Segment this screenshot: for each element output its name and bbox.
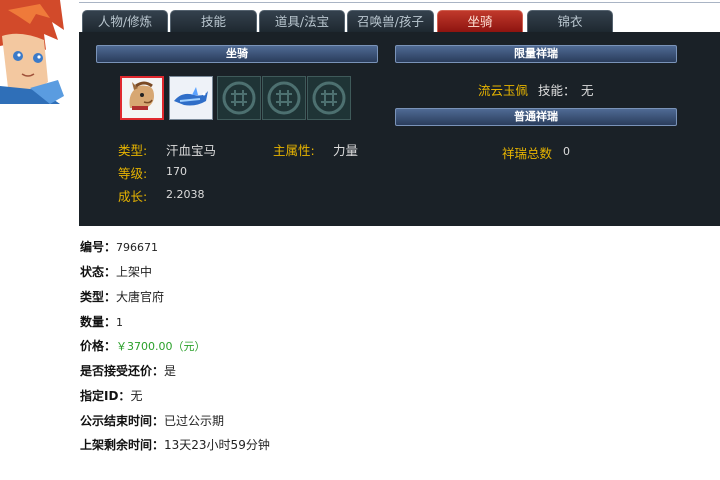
character-avatar xyxy=(0,0,64,104)
mount-slot-empty-3[interactable] xyxy=(307,76,351,120)
detail-type-label: 类型： xyxy=(80,290,117,304)
tab-bar: 人物/修炼 技能 道具/法宝 召唤兽/孩子 坐骑 锦衣 xyxy=(79,10,720,32)
detail-publicity-end-label: 公示结束时间： xyxy=(80,414,165,428)
main-attribute-value: 力量 xyxy=(333,143,359,158)
limited-xiangrui-name: 流云玉佩 xyxy=(478,83,529,98)
detail-quantity-label: 数量： xyxy=(80,315,117,329)
detail-type-value: 大唐官府 xyxy=(116,290,165,304)
limited-xiangrui-skill-label: 技能： xyxy=(538,83,576,98)
detail-counter-offer-value: 是 xyxy=(164,364,177,378)
main-attribute-label: 主属性: xyxy=(273,143,315,158)
mount-header: 坐骑 xyxy=(96,45,378,63)
tab-character-cultivation[interactable]: 人物/修炼 xyxy=(82,10,168,32)
blue-dragon-icon xyxy=(174,87,208,106)
mount-slot-empty-2[interactable] xyxy=(262,76,306,120)
detail-status-value: 上架中 xyxy=(116,265,153,279)
detail-type: 类型：大唐官府 xyxy=(80,287,700,307)
detail-counter-offer-label: 是否接受还价： xyxy=(80,364,165,378)
detail-publicity-end: 公示结束时间：已过公示期 xyxy=(80,411,700,431)
tab-summons-children[interactable]: 召唤兽/孩子 xyxy=(347,10,434,32)
detail-id: 编号：796671 xyxy=(80,237,700,257)
detail-remaining-time: 上架剩余时间：13天23小时59分钟 xyxy=(80,435,700,455)
detail-publicity-end-value: 已过公示期 xyxy=(164,414,225,428)
mount-panel: 坐骑 限量祥瑞 类型: 汗血宝马 主属性: 力量 等级: 170 成长: 2.2… xyxy=(79,32,720,226)
detail-counter-offer: 是否接受还价：是 xyxy=(80,361,700,381)
xiangrui-total-value: 0 xyxy=(563,145,570,158)
tab-mount[interactable]: 坐骑 xyxy=(437,10,523,32)
xiangrui-total-label: 祥瑞总数 xyxy=(502,146,553,161)
detail-quantity: 数量：1 xyxy=(80,312,700,332)
mount-growth-value: 2.2038 xyxy=(166,188,205,201)
mount-type-label: 类型: xyxy=(118,143,148,158)
limited-xiangrui-skill-value: 无 xyxy=(581,83,594,98)
empty-slot-emblem-icon xyxy=(222,81,256,115)
empty-slot-emblem-icon xyxy=(267,81,301,115)
detail-designated-id: 指定ID：无 xyxy=(80,386,700,406)
detail-quantity-value: 1 xyxy=(116,316,124,329)
tab-skills[interactable]: 技能 xyxy=(170,10,257,32)
mount-slot-empty-1[interactable] xyxy=(217,76,261,120)
mount-type-value: 汗血宝马 xyxy=(166,143,217,158)
normal-xiangrui-header: 普通祥瑞 xyxy=(395,108,677,126)
mount-level-label: 等级: xyxy=(118,166,148,181)
detail-remaining-time-value: 13天23小时59分钟 xyxy=(164,438,270,452)
mount-slot-accessory[interactable] xyxy=(169,76,213,120)
mount-level-value: 170 xyxy=(166,165,187,178)
mount-slot-horse[interactable] xyxy=(120,76,164,120)
detail-price: 价格：￥3700.00（元） xyxy=(80,336,700,356)
detail-status-label: 状态： xyxy=(80,265,117,279)
top-divider xyxy=(79,2,720,3)
detail-designated-id-value: 无 xyxy=(130,389,143,403)
detail-status: 状态：上架中 xyxy=(80,262,700,282)
limited-xiangrui-header: 限量祥瑞 xyxy=(395,45,677,63)
horse-icon xyxy=(129,81,154,110)
detail-price-value: ￥3700.00（元） xyxy=(116,340,206,353)
detail-price-label: 价格： xyxy=(80,339,117,353)
tab-items-treasures[interactable]: 道具/法宝 xyxy=(259,10,345,32)
mount-growth-label: 成长: xyxy=(118,189,148,204)
detail-id-label: 编号： xyxy=(80,240,117,254)
detail-remaining-time-label: 上架剩余时间： xyxy=(80,438,165,452)
detail-id-value: 796671 xyxy=(116,241,159,254)
empty-slot-emblem-icon xyxy=(312,81,346,115)
detail-designated-id-label: 指定ID： xyxy=(80,389,131,403)
tab-outfit[interactable]: 锦衣 xyxy=(527,10,613,32)
